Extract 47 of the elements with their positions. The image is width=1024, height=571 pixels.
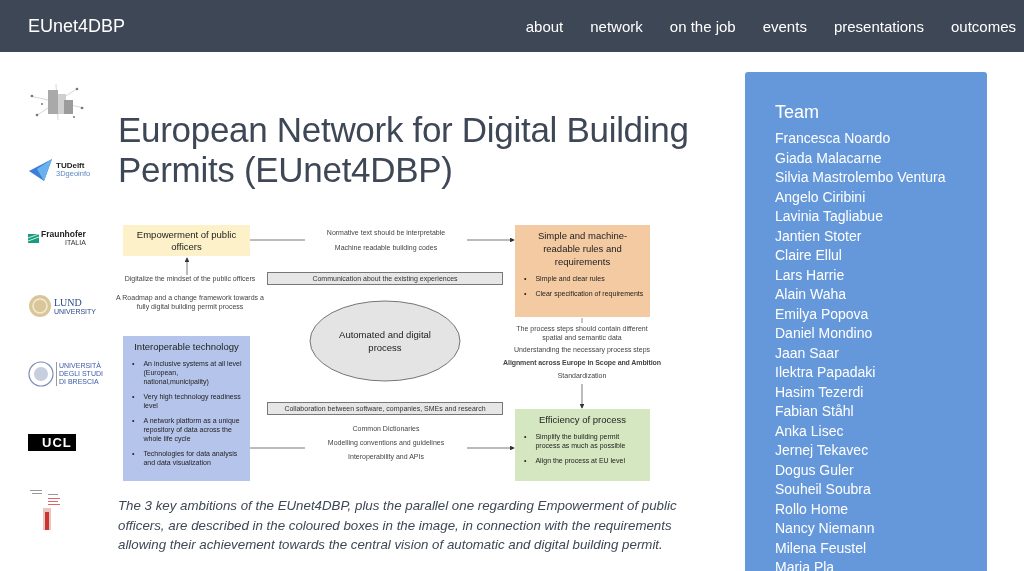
member-link[interactable]: Fabian Ståhl — [775, 402, 987, 422]
panel-heading: Team — [775, 102, 820, 122]
member-link[interactable]: Souheil Soubra — [775, 480, 987, 500]
triangle-icon — [28, 157, 54, 183]
member-link[interactable]: Alain Waha — [775, 285, 987, 305]
member-link[interactable]: Ilektra Papadaki — [775, 363, 987, 383]
member-link[interactable]: Silvia Mastrolembo Ventura — [775, 168, 987, 188]
member-link[interactable]: Claire Ellul — [775, 246, 987, 266]
logo-wordmark: UCL — [28, 433, 76, 451]
member-link[interactable]: Nancy Niemann — [775, 519, 987, 539]
nav-link[interactable]: about — [525, 17, 564, 35]
logo-text: Fraunhofer — [41, 230, 86, 239]
site-title[interactable]: EUnet4DBP — [28, 15, 126, 37]
member-link[interactable]: Jantien Stoter — [775, 226, 987, 246]
stripes-icon — [28, 233, 39, 243]
member-link[interactable]: Angelo Ciribini — [775, 187, 987, 207]
member-link[interactable]: Lavinia Tagliabue — [775, 207, 987, 227]
box-title: Simple and machine-readable rules and requirements — [536, 229, 629, 268]
logo-text: LUND — [54, 297, 83, 308]
member-link[interactable]: Jaan Saar — [775, 343, 987, 363]
member-link[interactable]: Hasim Tezerdi — [775, 382, 987, 402]
seal-icon — [28, 294, 52, 318]
member-link[interactable]: Dogus Guler — [775, 460, 987, 480]
page-title: European Network for Digital Building Permits (EUnet4DBP) — [118, 110, 690, 190]
member-link[interactable]: Emilya Popova — [775, 304, 987, 324]
box-title: Efficiency of process — [538, 413, 627, 426]
member-link[interactable]: Jernej Tekavec — [775, 441, 987, 461]
figure-caption: The 3 key ambitions of the EUnet4DBP, plus the parallel one regarding Empowerment of public officers, are described in the coloured boxes in the image, in connection with the requirements allowing their achievement towards the central vision of automatic and digital building permit. — [118, 497, 678, 554]
connector-line — [581, 317, 583, 324]
logo-text: TUDelft — [56, 162, 86, 171]
nav-link[interactable]: outcomes — [950, 17, 1016, 35]
nav-link[interactable]: presentations — [833, 17, 924, 35]
nav-link[interactable]: events — [762, 17, 807, 35]
building-network-icon — [28, 82, 86, 122]
member-link[interactable]: Francesca Noardo — [775, 129, 987, 149]
member-link[interactable]: Giada Malacarne — [775, 148, 987, 168]
member-link[interactable]: Daniel Mondino — [775, 324, 987, 344]
nav-link[interactable]: on the job — [669, 17, 736, 35]
member-link[interactable]: Milena Feustel — [775, 538, 987, 558]
ellipse-label: Automated and digital process — [338, 328, 432, 354]
box-title: Empowerment of public officers — [135, 229, 238, 253]
member-link[interactable]: Anka Lisec — [775, 421, 987, 441]
nav-link[interactable]: network — [590, 17, 643, 35]
member-link[interactable]: Lars Harrie — [775, 265, 987, 285]
box-title: Interoperable technology — [133, 340, 240, 353]
seal-icon — [28, 361, 54, 387]
member-link[interactable]: Rollo Home — [775, 499, 987, 519]
